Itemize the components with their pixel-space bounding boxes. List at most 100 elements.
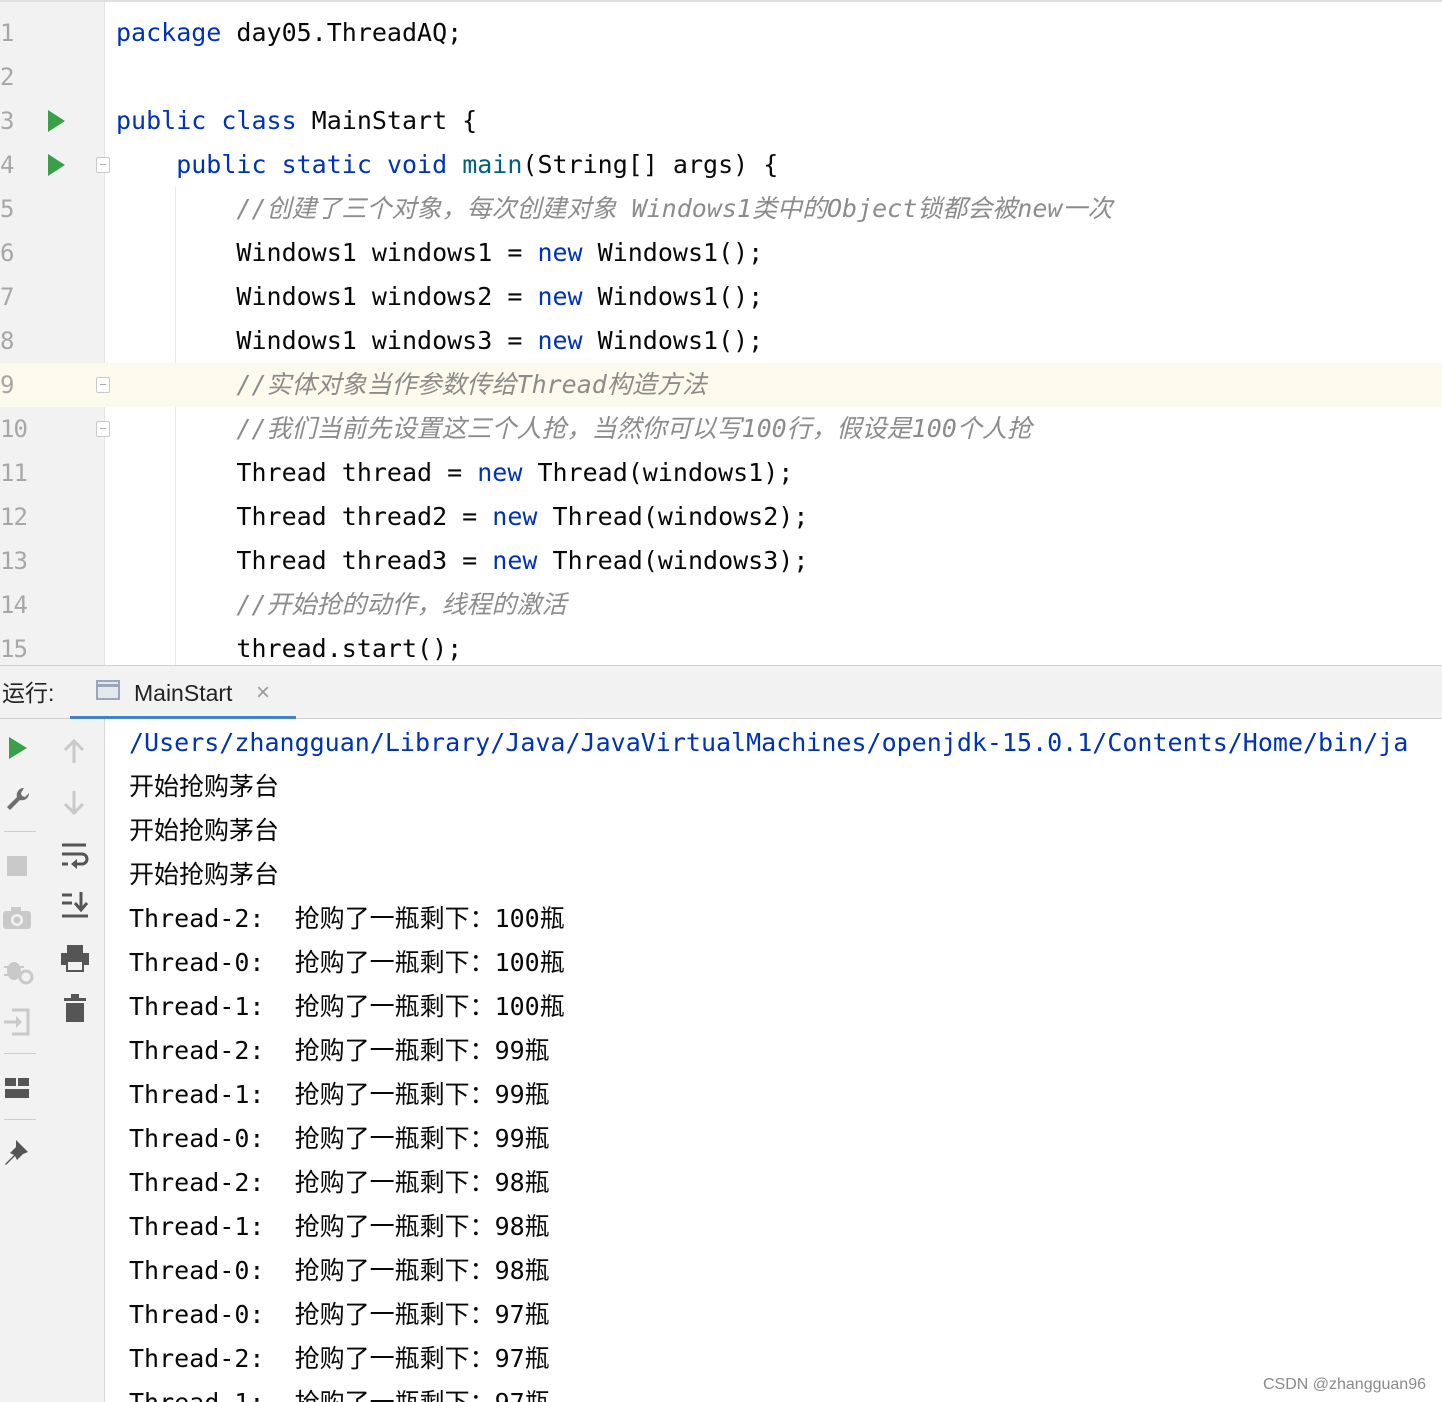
line-number: 7 <box>0 283 14 311</box>
editor-line[interactable]: 12 Thread thread2 = new Thread(windows2)… <box>0 495 1442 539</box>
code-text: Windows1 windows1 = new Windows1(); <box>116 231 763 275</box>
scroll-to-end-icon[interactable] <box>60 891 90 919</box>
fold-icon[interactable] <box>96 157 110 173</box>
console-line: Thread-2: 抢购了一瓶剩下：98瓶 <box>129 1168 550 1197</box>
camera-icon[interactable] <box>2 905 32 931</box>
toolbar-separator <box>4 1119 36 1120</box>
editor-line[interactable]: 1 package day05.ThreadAQ; <box>0 11 1442 55</box>
line-number: 8 <box>0 327 14 355</box>
run-gutter-icon[interactable] <box>48 154 65 176</box>
fold-icon[interactable] <box>96 421 110 437</box>
code-token: Windows1(); <box>597 282 764 311</box>
code-token: Windows1(); <box>597 326 764 355</box>
code-token: (String[] args) { <box>522 150 779 179</box>
editor-line[interactable]: 3 public class MainStart { <box>0 99 1442 143</box>
code-token: Thread thread = <box>116 458 478 487</box>
code-text: Windows1 windows2 = new Windows1(); <box>116 275 763 319</box>
code-text: //开始抢的动作，线程的激活 <box>116 583 567 627</box>
tab-close-button[interactable]: × <box>256 666 270 716</box>
code-keyword: public <box>116 106 222 135</box>
code-keyword: static <box>281 150 387 179</box>
console-line: 开始抢购茅台 <box>129 860 280 889</box>
trash-icon[interactable] <box>62 993 88 1023</box>
print-icon[interactable] <box>60 943 90 973</box>
code-token: day05.ThreadAQ; <box>236 18 463 47</box>
line-number: 14 <box>0 591 28 619</box>
code-token: thread.start(); <box>116 634 463 663</box>
code-text: thread.start(); <box>116 627 462 665</box>
login-icon[interactable] <box>2 1007 32 1037</box>
editor-line[interactable]: 2 <box>0 55 1442 99</box>
code-text: public static void main(String[] args) { <box>116 143 778 187</box>
editor-line[interactable]: 14 //开始抢的动作，线程的激活 <box>0 583 1442 627</box>
line-number: 5 <box>0 195 14 223</box>
wrench-icon[interactable] <box>4 785 32 813</box>
line-number: 4 <box>0 151 14 179</box>
console-line: Thread-0: 抢购了一瓶剩下：98瓶 <box>129 1256 550 1285</box>
code-text: Windows1 windows3 = new Windows1(); <box>116 319 763 363</box>
line-number: 13 <box>0 547 28 575</box>
arrow-down-icon[interactable] <box>62 789 86 817</box>
code-function: main <box>462 150 523 179</box>
console-command-path[interactable]: /Users/zhangguan/Library/Java/JavaVirtua… <box>129 721 1408 765</box>
line-number: 2 <box>0 63 14 91</box>
editor-line[interactable]: 5 //创建了三个对象，每次创建对象 Windows1类中的Object锁都会被… <box>0 187 1442 231</box>
run-panel-header: 运行: MainStart × <box>0 665 1442 720</box>
stop-icon[interactable] <box>6 855 28 877</box>
debug-settings-icon[interactable] <box>2 955 34 985</box>
console-tab-icon <box>96 680 120 700</box>
pin-icon[interactable] <box>2 1137 32 1169</box>
tab-mainstart[interactable]: MainStart × <box>70 666 296 720</box>
code-token: MainStart { <box>311 106 478 135</box>
console-line: Thread-2: 抢购了一瓶剩下：100瓶 <box>129 904 565 933</box>
run-gutter-icon[interactable] <box>48 110 65 132</box>
soft-wrap-icon[interactable] <box>60 841 90 869</box>
code-editor[interactable]: 1 package day05.ThreadAQ; 2 3 public class M… <box>0 0 1442 665</box>
console-line: Thread-1: 抢购了一瓶剩下：98瓶 <box>129 1212 550 1241</box>
toolbar-separator <box>4 1053 36 1054</box>
code-keyword: new <box>537 282 598 311</box>
editor-line[interactable]: 15 thread.start(); <box>0 627 1442 665</box>
line-number: 6 <box>0 239 14 267</box>
code-token: Thread thread2 = <box>116 502 493 531</box>
editor-line[interactable]: 13 Thread thread3 = new Thread(windows3)… <box>0 539 1442 583</box>
layout-icon[interactable] <box>4 1077 30 1099</box>
editor-line[interactable]: 6 Windows1 windows1 = new Windows1(); <box>0 231 1442 275</box>
editor-line[interactable]: 9 //实体对象当作参数传给Thread构造方法 <box>0 363 1442 407</box>
console-line: Thread-1: 抢购了一瓶剩下：100瓶 <box>129 992 565 1021</box>
console-line: 开始抢购茅台 <box>129 772 280 801</box>
code-text: Thread thread2 = new Thread(windows2); <box>116 495 808 539</box>
code-text: public class MainStart { <box>116 99 477 143</box>
code-text: //实体对象当作参数传给Thread构造方法 <box>116 363 706 407</box>
line-number: 9 <box>0 371 14 399</box>
code-token: Thread(windows2); <box>552 502 809 531</box>
code-token: Thread(windows3); <box>552 546 809 575</box>
editor-line[interactable]: 4 public static void main(String[] args)… <box>0 143 1442 187</box>
editor-line[interactable]: 10 //我们当前先设置这三个人抢，当然你可以写100行，假设是100个人抢 <box>0 407 1442 451</box>
console-output[interactable]: /Users/zhangguan/Library/Java/JavaVirtua… <box>105 719 1442 1402</box>
code-text: package day05.ThreadAQ; <box>116 11 462 55</box>
console-line: Thread-2: 抢购了一瓶剩下：99瓶 <box>129 1036 550 1065</box>
editor-line[interactable]: 7 Windows1 windows2 = new Windows1(); <box>0 275 1442 319</box>
line-number: 3 <box>0 107 14 135</box>
code-text: Thread thread3 = new Thread(windows3); <box>116 539 808 583</box>
line-number: 1 <box>0 19 14 47</box>
arrow-up-icon[interactable] <box>62 737 86 765</box>
editor-line[interactable]: 11 Thread thread = new Thread(windows1); <box>0 451 1442 495</box>
console-line: Thread-1: 抢购了一瓶剩下：99瓶 <box>129 1080 550 1109</box>
editor-line[interactable]: 8 Windows1 windows3 = new Windows1(); <box>0 319 1442 363</box>
code-keyword: new <box>492 546 553 575</box>
code-keyword: new <box>537 238 598 267</box>
console-line: Thread-0: 抢购了一瓶剩下：97瓶 <box>129 1300 550 1329</box>
line-number: 15 <box>0 635 28 663</box>
code-text: Thread thread = new Thread(windows1); <box>116 451 793 495</box>
code-comment: //开始抢的动作，线程的激活 <box>116 590 567 619</box>
code-keyword: new <box>492 502 553 531</box>
rerun-icon[interactable] <box>6 735 30 761</box>
fold-icon[interactable] <box>96 377 110 393</box>
code-text: //创建了三个对象，每次创建对象 Windows1类中的Object锁都会被ne… <box>116 187 1112 231</box>
console-line: Thread-0: 抢购了一瓶剩下：100瓶 <box>129 948 565 977</box>
code-token: Windows1(); <box>597 238 764 267</box>
code-comment: //我们当前先设置这三个人抢，当然你可以写100行，假设是100个人抢 <box>116 414 1032 443</box>
code-keyword: void <box>386 150 463 179</box>
